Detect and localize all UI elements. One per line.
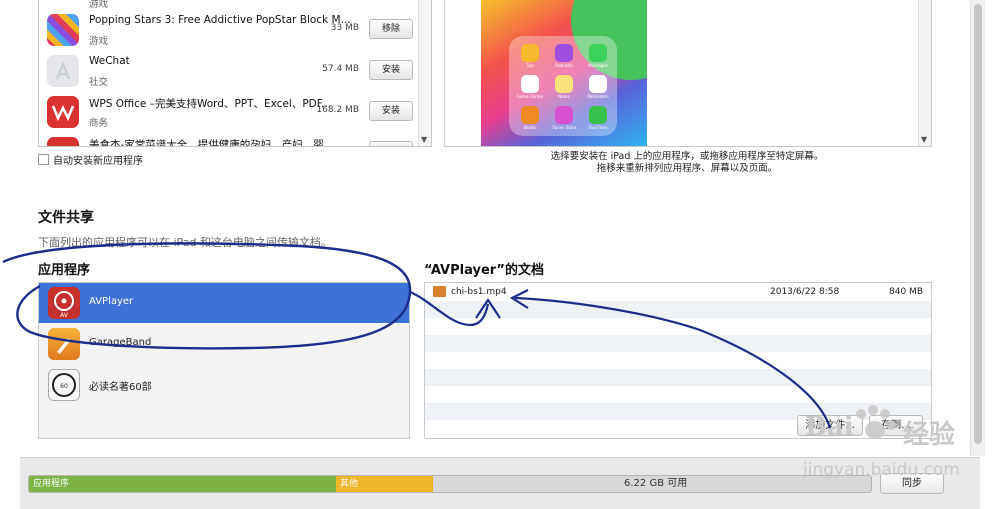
partial-app-category: 游戏 xyxy=(89,0,109,10)
svg-text:AV: AV xyxy=(60,312,69,319)
capacity-segment-other: 其他 xyxy=(336,476,433,492)
books-icon: 60 xyxy=(48,369,80,401)
app-size: 57.4 MB xyxy=(322,64,359,74)
ipad-preview: Tips Podcasts Messages Game Center Notes Remi… xyxy=(444,0,932,147)
app-row-popping-stars[interactable]: Popping Stars 3: Free Addictive PopStar … xyxy=(39,10,417,50)
app-name: AVPlayer xyxy=(89,296,134,307)
app-size: 33 MB xyxy=(330,23,359,33)
app-category: 游戏 xyxy=(89,36,109,47)
app-name: WeChat xyxy=(89,55,130,67)
meishijie-icon xyxy=(47,137,79,146)
row-stripe xyxy=(425,369,931,386)
file-sharing-app-garageband[interactable]: GarageBand xyxy=(39,324,409,364)
folder-app-icon[interactable] xyxy=(521,44,539,62)
folder-app-icon[interactable] xyxy=(589,75,607,93)
document-size: 840 MB xyxy=(889,287,923,297)
preview-caption: 选择要安装在 iPad 上的应用程序，或拖移应用程序至特定屏幕。 拖移来重新排列… xyxy=(444,151,930,175)
auto-install-label: 自动安装新应用程序 xyxy=(53,156,143,167)
app-row-meishijie[interactable]: 美食杰-家常菜谱大全，提供健康的孕妇、产妇、婴... xyxy=(39,133,417,147)
checkbox-icon[interactable] xyxy=(38,154,49,165)
file-sharing-app-books[interactable]: 60 必读名著60部 xyxy=(39,365,409,405)
page-scrollbar[interactable] xyxy=(970,0,985,456)
app-name: 美食杰-家常菜谱大全，提供健康的孕妇、产妇、婴... xyxy=(89,139,334,147)
segment-label: 应用程序 xyxy=(33,479,70,489)
folder-app-label: iBooks xyxy=(523,125,537,130)
video-file-icon xyxy=(433,286,446,297)
docs-header: “AVPlayer”的文档 xyxy=(424,263,544,278)
app-name: GarageBand xyxy=(89,337,152,348)
folder-app-icon[interactable] xyxy=(589,44,607,62)
preview-scrollbar[interactable]: ▼ xyxy=(918,0,931,146)
document-date: 2013/6/22 8:58 xyxy=(770,287,840,297)
folder-app-label: Notes xyxy=(558,94,570,99)
scrollbar-thumb[interactable] xyxy=(974,4,982,444)
folder-app-label: Podcasts xyxy=(555,63,573,68)
folder-app-label: iTunes Store xyxy=(551,125,577,130)
document-row[interactable]: chi-bs1.mp4 2013/6/22 8:58 840 MB xyxy=(425,284,931,301)
row-stripe xyxy=(425,301,931,318)
free-space-text: 6.22 GB 可用 xyxy=(624,478,688,489)
caption-line-2: 拖移来重新排列应用程序、屏幕以及页面。 xyxy=(596,163,778,174)
folder-app-icon[interactable] xyxy=(589,106,607,124)
app-row-wps[interactable]: WPS Office –完美支持Word、PPT、Excel、PDF... 商务… xyxy=(39,92,417,132)
app-row-wechat[interactable]: WeChat 社交 57.4 MB 安装 xyxy=(39,51,417,91)
wps-icon xyxy=(47,96,79,128)
app-category: 社交 xyxy=(89,77,109,88)
caption-line-1: 选择要安装在 iPad 上的应用程序，或拖移应用程序至特定屏幕。 xyxy=(550,151,824,162)
app-category: 商务 xyxy=(89,118,109,129)
document-name: chi-bs1.mp4 xyxy=(451,287,507,297)
folder-app-icon[interactable] xyxy=(555,75,573,93)
svg-text:60: 60 xyxy=(60,383,68,390)
folder-app-icon[interactable] xyxy=(521,75,539,93)
file-sharing-description: 下面列出的应用程序可以在 iPad 和这台电脑之间传输文档。 xyxy=(38,236,332,249)
app-name: WPS Office –完美支持Word、PPT、Excel、PDF... xyxy=(89,98,332,110)
folder-app-label: Messages xyxy=(588,63,608,68)
garageband-icon xyxy=(48,328,80,360)
app-list-scrollbar[interactable]: ▼ xyxy=(418,0,431,146)
install-button[interactable]: 安装 xyxy=(369,60,413,80)
file-sharing-app-list: AV AVPlayer GarageBand 60 必读名著60部 xyxy=(38,282,410,439)
segment-label: 其他 xyxy=(340,479,359,489)
watermark-url: jingyan.baidu.com xyxy=(803,460,960,480)
folder-app-icon[interactable] xyxy=(555,106,573,124)
app-size: 168.2 MB xyxy=(316,105,359,115)
app-list: 游戏 Popping Stars 3: Free Addictive PopSt… xyxy=(38,0,432,147)
scroll-down-arrow-icon[interactable]: ▼ xyxy=(921,135,927,144)
row-stripe xyxy=(425,335,931,352)
baidu-jingyan-watermark: Bai 经验 jingyan.baidu.com xyxy=(803,404,978,494)
app-name: 必读名著60部 xyxy=(89,382,152,393)
remove-button[interactable]: 移除 xyxy=(369,19,413,39)
folder-app-label: FaceTime xyxy=(588,125,608,130)
install-button[interactable]: 安装 xyxy=(369,101,413,121)
app-folder[interactable]: Tips Podcasts Messages Game Center Notes Remi… xyxy=(509,36,617,136)
folder-app-icon[interactable] xyxy=(555,44,573,62)
folder-app-icon[interactable] xyxy=(521,106,539,124)
folder-app-label: Game Center xyxy=(516,94,544,99)
wechat-icon xyxy=(47,55,79,87)
capacity-bar: 应用程序 其他 6.22 GB 可用 xyxy=(28,475,872,493)
folder-app-label: Tips xyxy=(525,63,535,68)
file-sharing-title: 文件共享 xyxy=(38,210,94,226)
watermark-brand-2: 经验 xyxy=(903,420,956,450)
install-button[interactable] xyxy=(369,141,413,146)
app-name: Popping Stars 3: Free Addictive PopStar … xyxy=(89,14,351,26)
avplayer-icon: AV xyxy=(48,287,80,319)
ipad-home-screen[interactable]: Tips Podcasts Messages Game Center Notes Remi… xyxy=(481,0,647,146)
folder-app-label: Reminders xyxy=(587,94,609,99)
apps-header: 应用程序 xyxy=(38,263,91,278)
popping-stars-icon xyxy=(47,14,79,46)
auto-install-checkbox[interactable]: 自动安装新应用程序 xyxy=(38,152,143,167)
watermark-brand: Bai xyxy=(805,412,854,442)
capacity-segment-apps: 应用程序 xyxy=(29,476,336,492)
file-sharing-app-avplayer[interactable]: AV AVPlayer xyxy=(39,283,409,323)
scroll-down-arrow-icon[interactable]: ▼ xyxy=(421,135,427,144)
